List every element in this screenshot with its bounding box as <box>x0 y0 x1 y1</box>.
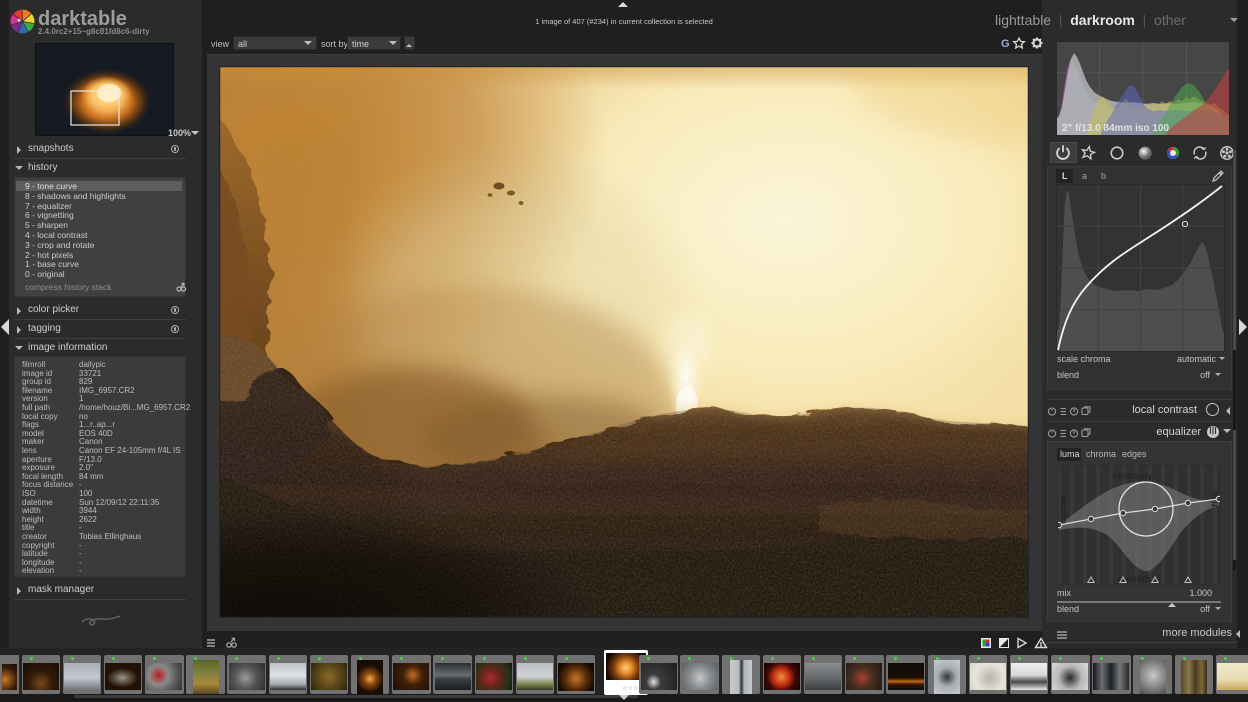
svg-text:contrasty: contrasty <box>1112 471 1153 481</box>
svg-text:G: G <box>1001 38 1010 49</box>
svg-text:coarse: coarse <box>1058 495 1068 524</box>
svg-text:2" f/13.0 84mm iso 100: 2" f/13.0 84mm iso 100 <box>1062 123 1169 134</box>
